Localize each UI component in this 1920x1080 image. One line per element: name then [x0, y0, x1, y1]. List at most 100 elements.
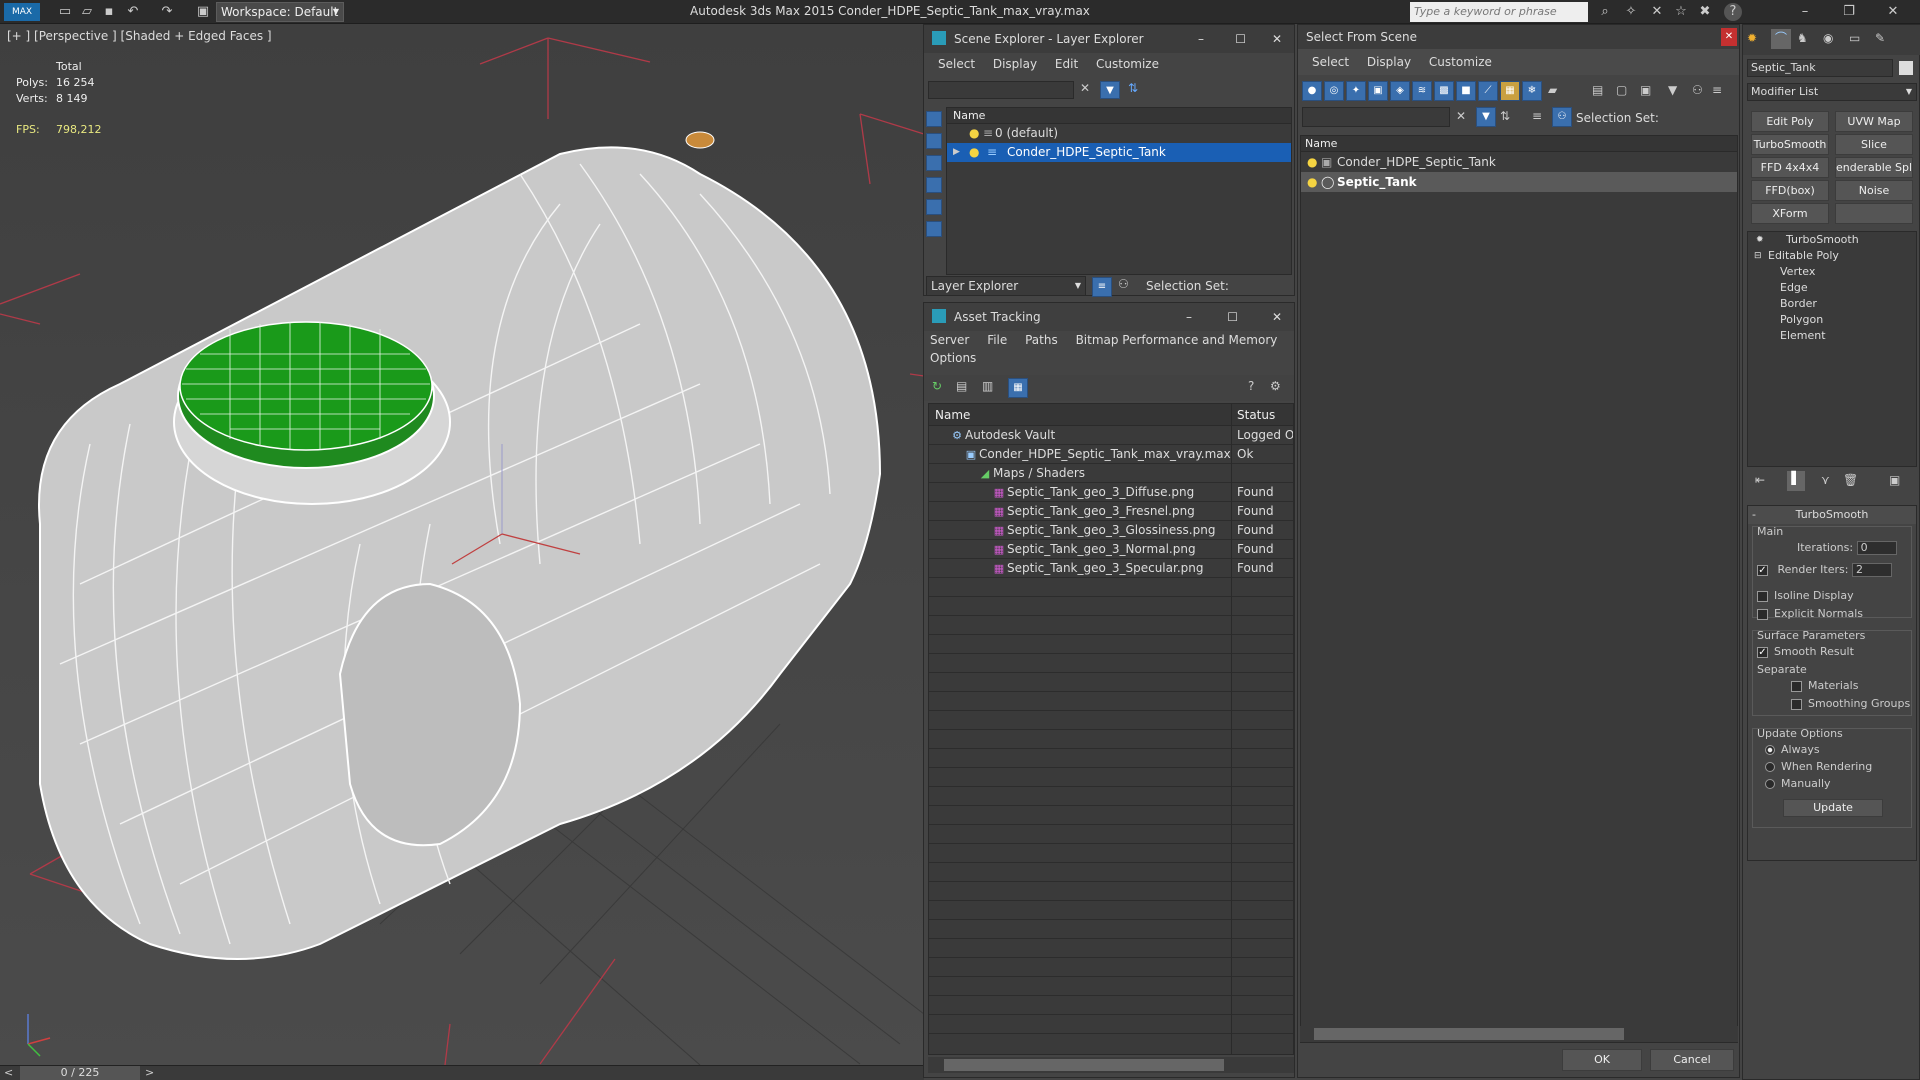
- time-slider-thumb[interactable]: 0 / 225: [20, 1066, 140, 1080]
- save-icon[interactable]: ▪: [100, 3, 118, 21]
- help-icon[interactable]: ?: [1724, 3, 1742, 21]
- layer-row-septic-tank[interactable]: ▶ ● ≡ Conder_HDPE_Septic_Tank: [947, 143, 1291, 162]
- minimize-icon[interactable]: –: [1198, 25, 1204, 53]
- settings-icon[interactable]: ⚙: [1270, 379, 1281, 393]
- tools-icon[interactable]: ✧: [1622, 3, 1640, 21]
- motion-tab-icon[interactable]: ◉: [1823, 31, 1833, 45]
- layer-row-default[interactable]: ● ≡ 0 (default): [947, 124, 1291, 143]
- lightbulb-icon[interactable]: ✹: [1756, 232, 1764, 248]
- display-shapes-icon[interactable]: ◎: [1324, 81, 1344, 101]
- cancel-button[interactable]: Cancel: [1650, 1049, 1734, 1071]
- hierarchy-tab-icon[interactable]: ♞: [1797, 31, 1808, 45]
- asset-row[interactable]: ▦ Septic_Tank_geo_3_Glossiness.png Found: [929, 521, 1293, 540]
- maximize-icon[interactable]: ☐: [1227, 303, 1238, 331]
- menu-options[interactable]: Options: [930, 351, 976, 365]
- app-logo-icon[interactable]: MAX: [4, 3, 40, 21]
- pin-stack-icon[interactable]: ⇤: [1755, 473, 1765, 487]
- geometry-icon[interactable]: [926, 133, 942, 149]
- select-from-scene-titlebar[interactable]: Select From Scene ✕: [1298, 25, 1739, 49]
- connect-icon[interactable]: ✕: [1648, 3, 1666, 21]
- filter-icon[interactable]: ▼: [1668, 83, 1677, 97]
- display-lights-icon[interactable]: ✦: [1346, 81, 1366, 101]
- modifier-button[interactable]: Slice: [1835, 134, 1913, 155]
- time-slider[interactable]: < 0 / 225 >: [0, 1065, 924, 1080]
- layers-icon[interactable]: ≡: [1532, 109, 1542, 123]
- rollout-header[interactable]: - TurboSmooth: [1748, 506, 1916, 524]
- display-geometry-icon[interactable]: ●: [1302, 81, 1322, 101]
- display-frozen-icon[interactable]: ❄: [1522, 81, 1542, 101]
- render-iters-spinner[interactable]: 2: [1851, 563, 1892, 577]
- display-tab-icon[interactable]: ▭: [1849, 31, 1860, 45]
- menu-customize[interactable]: Customize: [1096, 57, 1159, 71]
- select-row-container[interactable]: ● ▣ Conder_HDPE_Septic_Tank: [1301, 152, 1737, 172]
- select-tree-header[interactable]: Name: [1301, 136, 1737, 152]
- minimize-icon[interactable]: –: [1186, 303, 1192, 331]
- hierarchy-icon[interactable]: ⚇: [1692, 83, 1703, 97]
- redo-icon[interactable]: ↷: [158, 3, 176, 21]
- display-groups-icon[interactable]: ▩: [1434, 81, 1454, 101]
- explorer-type-dropdown[interactable]: Layer Explorer ▼: [926, 276, 1086, 296]
- select-none-icon[interactable]: ▢: [1616, 83, 1627, 97]
- layer-explorer-icon[interactable]: ≡: [1092, 277, 1112, 297]
- stack-item-turbosmooth[interactable]: ✹ TurboSmooth: [1748, 232, 1916, 248]
- menu-select[interactable]: Select: [1312, 55, 1349, 69]
- filter-funnel-icon[interactable]: ▼: [1476, 107, 1496, 127]
- cameras-icon[interactable]: [926, 199, 942, 215]
- configure-sets-icon[interactable]: ▣: [1889, 473, 1900, 487]
- show-end-result-icon[interactable]: ▌: [1787, 471, 1805, 491]
- workspace-dropdown[interactable]: Workspace: Default ▼: [216, 2, 344, 22]
- options-icon[interactable]: ≡: [1712, 83, 1722, 97]
- sort-icon[interactable]: ⇅: [1128, 81, 1138, 95]
- hierarchy-icon[interactable]: ⚇: [1118, 277, 1129, 291]
- close-icon[interactable]: ✕: [1884, 3, 1902, 21]
- display-xrefs-icon[interactable]: ■: [1456, 81, 1476, 101]
- menu-bitmap-performance[interactable]: Bitmap Performance and Memory: [1076, 333, 1278, 347]
- star-icon[interactable]: ☆: [1672, 3, 1690, 21]
- asset-tracking-titlebar[interactable]: Asset Tracking – ☐ ✕: [924, 303, 1294, 331]
- manually-radio[interactable]: [1765, 779, 1775, 789]
- stack-sub-polygon[interactable]: Polygon: [1748, 312, 1916, 328]
- table-view-icon[interactable]: ▦: [1008, 378, 1028, 398]
- modifier-button[interactable]: enderable Spli: [1835, 157, 1913, 178]
- close-icon[interactable]: ✕: [1721, 28, 1737, 46]
- object-color-swatch[interactable]: [1899, 61, 1913, 75]
- select-search-input[interactable]: [1302, 107, 1450, 127]
- stack-sub-border[interactable]: Border: [1748, 296, 1916, 312]
- perspective-viewport[interactable]: [+ ] [Perspective ] [Shaded + Edged Face…: [0, 24, 924, 1065]
- iterations-spinner[interactable]: 0: [1856, 541, 1897, 555]
- when-rendering-radio[interactable]: [1765, 762, 1775, 772]
- exchange-icon[interactable]: ✖: [1696, 3, 1714, 21]
- lightbulb-icon[interactable]: ●: [969, 143, 979, 162]
- modifier-button[interactable]: Noise: [1835, 180, 1913, 201]
- select-invert-icon[interactable]: ▣: [1640, 83, 1651, 97]
- render-iters-checkbox[interactable]: ✓: [1757, 564, 1768, 576]
- search-input[interactable]: Type a keyword or phrase: [1410, 2, 1588, 22]
- stack-sub-edge[interactable]: Edge: [1748, 280, 1916, 296]
- close-icon[interactable]: ✕: [1272, 303, 1282, 331]
- stack-sub-vertex[interactable]: Vertex: [1748, 264, 1916, 280]
- create-tab-icon[interactable]: ✹: [1747, 31, 1757, 45]
- asset-row[interactable]: ▦ Septic_Tank_geo_3_Fresnel.png Found: [929, 502, 1293, 521]
- selection-set-icon[interactable]: ⚇: [1552, 107, 1572, 127]
- asset-horizontal-scrollbar[interactable]: [928, 1057, 1294, 1073]
- menu-display[interactable]: Display: [1367, 55, 1411, 69]
- help-icon[interactable]: ?: [1248, 379, 1254, 393]
- scrollbar-thumb[interactable]: [1314, 1028, 1624, 1040]
- stack-sub-element[interactable]: Element: [1748, 328, 1916, 344]
- menu-paths[interactable]: Paths: [1025, 333, 1058, 347]
- binoculars-icon[interactable]: ⌕: [1596, 3, 1614, 21]
- update-button[interactable]: Update: [1783, 799, 1883, 817]
- scene-explorer-titlebar[interactable]: Scene Explorer - Layer Explorer – ☐ ✕: [924, 25, 1294, 53]
- display-bones-icon[interactable]: ⟋: [1478, 81, 1498, 101]
- open-folder-icon[interactable]: ▱: [78, 3, 96, 21]
- clear-search-icon[interactable]: ✕: [1456, 109, 1466, 123]
- modify-tab-icon[interactable]: ⌒: [1771, 29, 1791, 49]
- asset-row[interactable]: ▦ Septic_Tank_geo_3_Diffuse.png Found: [929, 483, 1293, 502]
- modifier-button[interactable]: TurboSmooth: [1751, 134, 1829, 155]
- new-file-icon[interactable]: ▭: [56, 3, 74, 21]
- asset-row[interactable]: ▦ Septic_Tank_geo_3_Specular.png Found: [929, 559, 1293, 578]
- viewport-label[interactable]: [+ ] [Perspective ] [Shaded + Edged Face…: [7, 29, 272, 43]
- maximize-icon[interactable]: ☐: [1235, 25, 1246, 53]
- expand-arrow-icon[interactable]: ▶: [953, 143, 960, 162]
- sort-icon[interactable]: ⇅: [1500, 109, 1510, 123]
